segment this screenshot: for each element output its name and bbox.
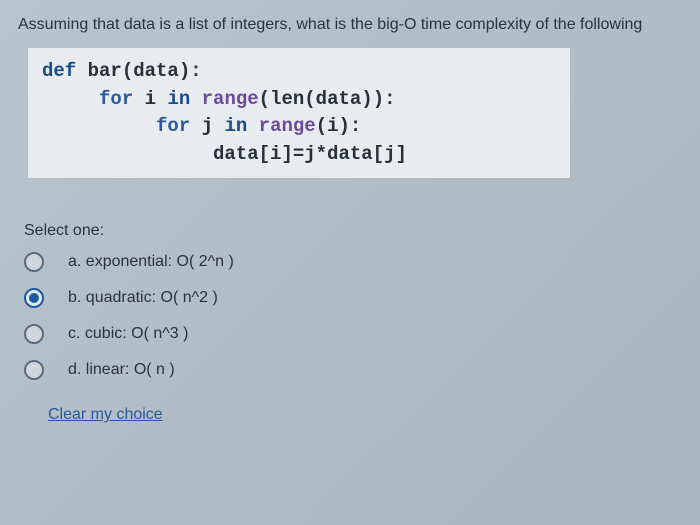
keyword-range: range xyxy=(202,88,259,110)
option-a-label: a. exponential: O( 2^n ) xyxy=(68,253,234,271)
keyword-range: range xyxy=(259,115,316,137)
code-text: i xyxy=(145,88,168,110)
keyword-in: in xyxy=(224,115,258,137)
option-d-label: d. linear: O( n ) xyxy=(68,361,175,379)
code-text: (i): xyxy=(316,115,362,137)
radio-a[interactable] xyxy=(24,252,44,272)
code-text: bar(data): xyxy=(88,60,202,82)
option-b-label: b. quadratic: O( n^2 ) xyxy=(68,289,218,307)
clear-my-choice-link[interactable]: Clear my choice xyxy=(48,406,163,424)
option-a[interactable]: a. exponential: O( 2^n ) xyxy=(24,252,690,272)
question-text: Assuming that data is a list of integers… xyxy=(10,16,690,34)
code-block: def bar(data): for i in range(len(data))… xyxy=(28,48,570,178)
keyword-for: for xyxy=(156,115,202,137)
code-line-1: def bar(data): xyxy=(42,58,556,86)
select-one-label: Select one: xyxy=(10,222,690,240)
code-line-2: for i in range(len(data)): xyxy=(42,86,556,114)
option-c-label: c. cubic: O( n^3 ) xyxy=(68,325,188,343)
keyword-for: for xyxy=(99,88,145,110)
radio-d[interactable] xyxy=(24,360,44,380)
option-b[interactable]: b. quadratic: O( n^2 ) xyxy=(24,288,690,308)
code-text: j xyxy=(202,115,225,137)
code-text: (len(data)): xyxy=(259,88,396,110)
options-group: a. exponential: O( 2^n ) b. quadratic: O… xyxy=(10,252,690,380)
code-text: data[i]=j*data[j] xyxy=(213,143,407,165)
radio-c[interactable] xyxy=(24,324,44,344)
radio-b[interactable] xyxy=(24,288,44,308)
option-c[interactable]: c. cubic: O( n^3 ) xyxy=(24,324,690,344)
keyword-def: def xyxy=(42,60,88,82)
code-line-3: for j in range(i): xyxy=(42,113,556,141)
code-line-4: data[i]=j*data[j] xyxy=(42,141,556,169)
option-d[interactable]: d. linear: O( n ) xyxy=(24,360,690,380)
keyword-in: in xyxy=(167,88,201,110)
